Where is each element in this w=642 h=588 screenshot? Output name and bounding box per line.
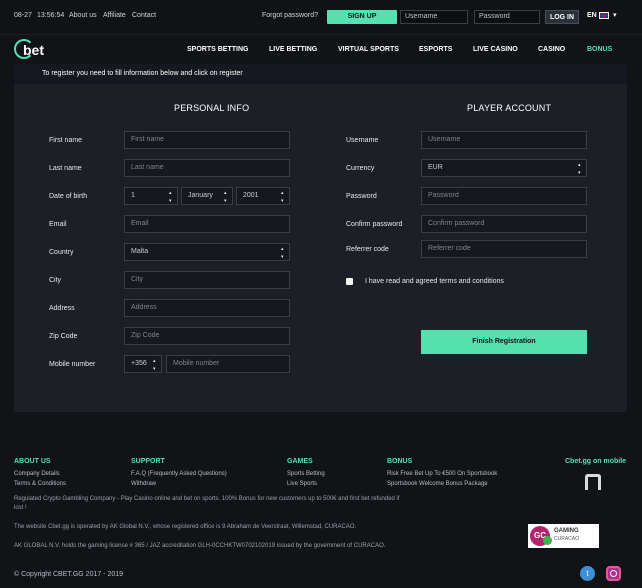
gc-title: GAMING — [554, 528, 579, 534]
registration-notice: To register you need to fill information… — [14, 64, 627, 84]
affiliate-link[interactable]: Affiliate — [103, 12, 126, 19]
nav-casino[interactable]: CASINO — [538, 46, 565, 53]
footer-license-text: AK GLOBAL N.V. holds the gaming license … — [14, 543, 386, 549]
mobile-device-icon[interactable] — [585, 474, 601, 490]
currency-select[interactable]: EUR — [421, 159, 587, 177]
dob-label: Date of birth — [49, 193, 88, 200]
referrer-code-label: Referrer code — [346, 246, 389, 253]
current-time: 13:56:54 — [37, 12, 65, 19]
footer-regulation-text-cont: lost ! — [14, 505, 27, 511]
referrer-code-input[interactable]: Referrer code — [421, 240, 587, 258]
gc-subtitle: CURACAO — [554, 536, 580, 542]
footer-welcome-bonus-link[interactable]: Sportsbook Welcome Bonus Package — [387, 481, 488, 487]
forgot-password-link[interactable]: Forgot password? — [262, 12, 318, 19]
dob-day-select[interactable]: 1 — [124, 187, 178, 205]
footer-live-sports-link[interactable]: Live Sports — [287, 481, 317, 487]
about-us-link[interactable]: About us — [69, 12, 97, 19]
sign-up-button[interactable]: SIGN UP — [327, 10, 397, 24]
footer-regulation-text: Regulated Crypto Gambling Company - Play… — [14, 496, 400, 502]
contact-link[interactable]: Contact — [132, 12, 156, 19]
confirm-password-label: Confirm password — [346, 221, 403, 228]
footer-company-details-link[interactable]: Company Details — [14, 471, 60, 477]
country-label: Country — [49, 249, 74, 256]
mobile-title: Cbet.gg on mobile — [565, 458, 627, 465]
dob-year-select[interactable]: 2001 — [236, 187, 290, 205]
mobile-number-input[interactable]: Mobile number — [166, 355, 290, 373]
nav-virtual-sports[interactable]: VIRTUAL SPORTS — [338, 46, 399, 53]
nav-live-betting[interactable]: LIVE BETTING — [269, 46, 317, 53]
last-name-label: Last name — [49, 165, 82, 172]
phone-prefix-select[interactable]: +356 — [124, 355, 162, 373]
terms-label: I have read and agreed terms and conditi… — [365, 278, 504, 285]
address-label: Address — [49, 305, 75, 312]
dob-month-select[interactable]: January — [181, 187, 233, 205]
footer-sports-betting-link[interactable]: Sports Betting — [287, 471, 325, 477]
confirm-password-input[interactable]: Confirm password — [421, 215, 587, 233]
current-date: 08-27 — [14, 12, 32, 19]
login-button[interactable]: LOG IN — [545, 10, 579, 24]
logo-text: bet — [23, 42, 44, 58]
chevron-down-icon[interactable]: ▾ — [613, 11, 617, 19]
footer-faq-link[interactable]: F.A.Q (Frequently Asked Questions) — [131, 471, 227, 477]
mobile-number-label: Mobile number — [49, 361, 96, 368]
zip-code-label: Zip Code — [49, 333, 78, 340]
twitter-icon[interactable]: t — [580, 566, 595, 581]
last-name-input[interactable]: Last name — [124, 159, 290, 177]
cbet-logo[interactable]: bet — [14, 39, 46, 61]
footer-operator-text: The website Cbet.gg is operated by AK Gl… — [14, 524, 357, 530]
main-nav: bet SPORTS BETTING LIVE BETTING VIRTUAL … — [0, 34, 642, 64]
city-label: City — [49, 277, 62, 284]
nav-esports[interactable]: ESPORTS — [419, 46, 452, 53]
footer-withdraw-link[interactable]: Withdraw — [131, 481, 156, 487]
footer-support-title: SUPPORT — [131, 458, 165, 465]
footer-about-title: ABOUT US — [14, 458, 51, 465]
player-account-title: PLAYER ACCOUNT — [467, 103, 552, 113]
currency-label: Currency — [346, 165, 375, 172]
finish-registration-button[interactable]: Finish Registration — [421, 330, 587, 354]
check-icon — [543, 536, 552, 545]
first-name-input[interactable]: First name — [124, 131, 290, 149]
instagram-icon[interactable] — [606, 566, 621, 581]
password-input[interactable]: Password — [421, 187, 587, 205]
city-input[interactable]: City — [124, 271, 290, 289]
nav-live-casino[interactable]: LIVE CASINO — [473, 46, 518, 53]
footer-bonus-title: BONUS — [387, 458, 413, 465]
registration-panel: To register you need to fill information… — [14, 64, 627, 412]
nav-bonus[interactable]: BONUS — [587, 46, 612, 53]
top-bar: 08-27 13:56:54 About us Affiliate Contac… — [0, 0, 642, 34]
uk-flag-icon — [599, 12, 609, 19]
terms-checkbox[interactable] — [346, 278, 353, 285]
nav-sports-betting[interactable]: SPORTS BETTING — [187, 46, 248, 53]
login-password-input[interactable]: Password — [474, 10, 540, 24]
login-username-input[interactable]: Username — [400, 10, 468, 24]
password-label: Password — [346, 193, 377, 200]
footer-risk-free-link[interactable]: Risk Free Bet Up To €500 On Sportsbook — [387, 471, 497, 477]
email-label: Email — [49, 221, 67, 228]
address-input[interactable]: Address — [124, 299, 290, 317]
email-input[interactable]: Email — [124, 215, 290, 233]
country-select[interactable]: Malta — [124, 243, 290, 261]
footer-games-title: GAMES — [287, 458, 313, 465]
zip-code-input[interactable]: Zip Code — [124, 327, 290, 345]
personal-info-title: PERSONAL INFO — [174, 103, 250, 113]
language-selector[interactable]: EN — [587, 12, 597, 19]
username-label: Username — [346, 137, 379, 144]
first-name-label: First name — [49, 137, 83, 144]
footer-terms-link[interactable]: Terms & Conditions — [14, 481, 66, 487]
username-input[interactable]: Username — [421, 131, 587, 149]
notice-text: To register you need to fill information… — [42, 70, 243, 77]
gaming-curacao-badge[interactable]: GC GAMING CURACAO — [528, 524, 599, 548]
copyright: © Copyright CBET.GG 2017 - 2019 — [14, 571, 124, 578]
